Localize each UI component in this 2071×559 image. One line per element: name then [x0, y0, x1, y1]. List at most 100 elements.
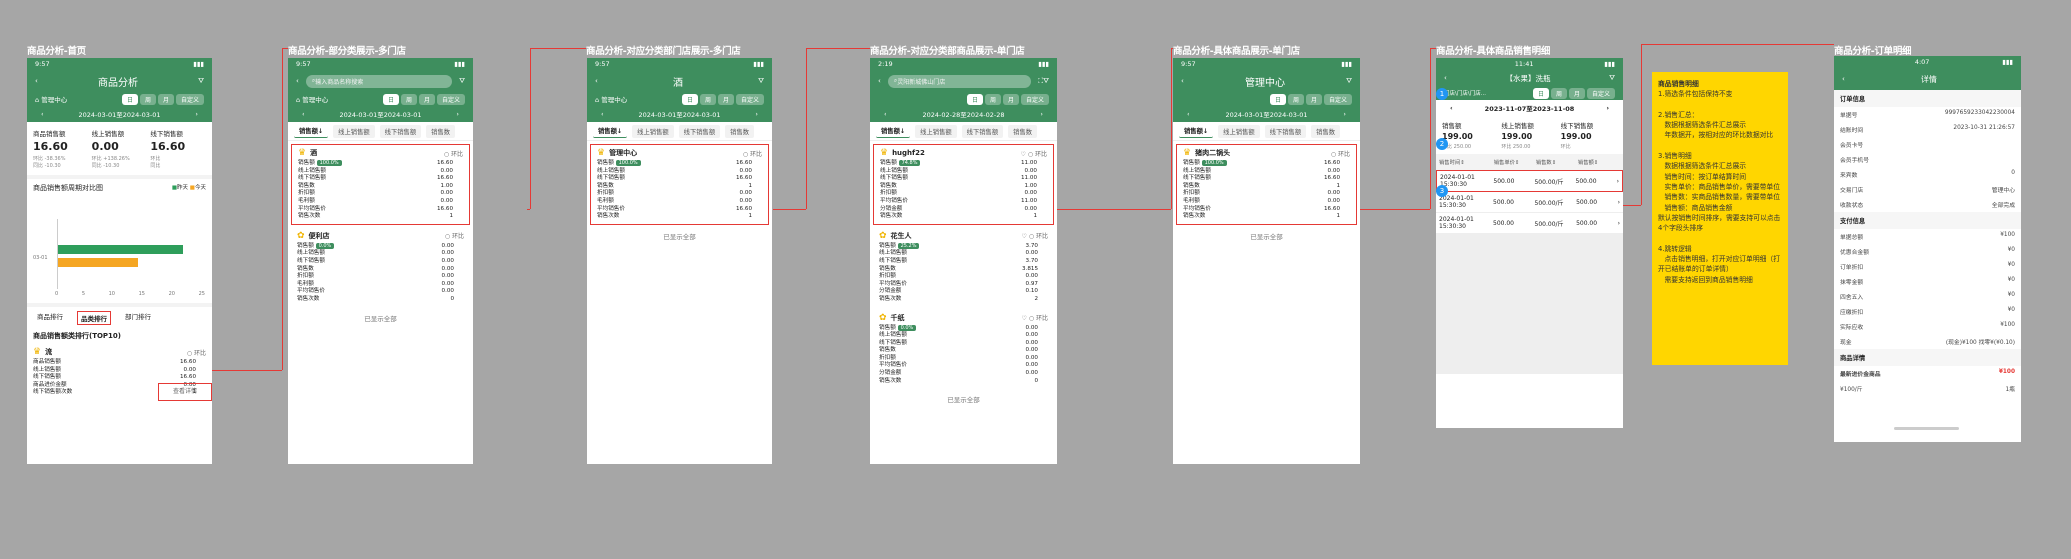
prev-date-icon[interactable]: ‹ [884, 110, 887, 118]
seg-day[interactable]: 日 [121, 93, 138, 105]
compare-toggle[interactable]: ♡ ○ 环比 [1022, 313, 1048, 322]
sort-tab[interactable]: 线上销售额 [632, 124, 674, 138]
table-row[interactable]: 2024-01-01 15:30:30 500.00 500.00/斤 500.00 › [1436, 213, 1623, 234]
seg-week[interactable]: 周 [139, 93, 156, 105]
search-input[interactable]: ⌕ 灵阳新城佛山门店 [887, 74, 1032, 88]
next-date-icon[interactable]: › [1040, 110, 1043, 118]
seg-month[interactable]: 月 [1002, 93, 1019, 105]
sort-tab[interactable]: 销售数 [1311, 124, 1341, 138]
sort-tab[interactable]: 线下销售额 [1264, 124, 1307, 138]
next-date-icon[interactable]: › [195, 110, 198, 118]
prev-date-icon[interactable]: ‹ [41, 110, 44, 118]
heart-icon[interactable]: ♡ [1022, 233, 1027, 240]
back-icon[interactable]: ‹ [1181, 77, 1184, 85]
sort-tab[interactable]: 销售数 [1008, 124, 1038, 138]
seg-custom[interactable]: 自定义 [175, 93, 204, 105]
col-header[interactable]: 销售单价⇕ [1494, 158, 1536, 166]
prev-date-icon[interactable]: ‹ [302, 110, 305, 118]
seg-custom[interactable]: 自定义 [1323, 93, 1352, 105]
summary-card[interactable]: ♛ 管理中心 ○ 环比 销售额 100.0% 16.60 线上销售额 0.00 线下销售额 16… [590, 144, 769, 225]
summary-card[interactable]: ♛ 酒 ○ 环比 销售额 100.0% 16.60 线上销售额 0.00 线下销售额 16.60… [291, 144, 470, 225]
seg-custom[interactable]: 自定义 [436, 93, 465, 105]
seg-day[interactable]: 日 [966, 93, 983, 105]
next-date-icon[interactable]: › [1606, 104, 1609, 112]
back-icon[interactable]: ‹ [35, 77, 38, 85]
prev-date-icon[interactable]: ‹ [1450, 104, 1453, 112]
store-selector[interactable]: ⌂ 管理中心 [35, 94, 67, 104]
search-input[interactable]: ⌕ 输入商品名称搜索 [305, 74, 453, 88]
compare-toggle[interactable]: ○ 环比 [743, 149, 762, 158]
summary-card[interactable]: ♛ 猪肉二锅头 ○ 环比 销售额 100.0% 16.60 线上销售额 0.00 线下销售额 1… [1176, 144, 1357, 225]
back-icon[interactable]: ‹ [1444, 74, 1447, 82]
sort-tab[interactable]: 线上销售额 [1218, 124, 1260, 138]
sort-tab[interactable]: 销售额↓ [593, 124, 628, 138]
store-path[interactable]: 门店\门店\门店... [1444, 89, 1486, 97]
compare-toggle[interactable]: ○ 环比 [444, 149, 463, 158]
next-date-icon[interactable]: › [456, 110, 459, 118]
heart-icon[interactable]: ♡ [1022, 315, 1027, 322]
col-header[interactable]: 销售时间⇕ [1439, 158, 1494, 166]
sort-tab[interactable]: 线下销售额 [379, 124, 422, 138]
seg-custom[interactable]: 自定义 [735, 93, 764, 105]
seg-custom[interactable]: 自定义 [1586, 87, 1615, 99]
filter-icon[interactable]: ⛛ [1346, 77, 1352, 86]
sort-tab[interactable]: 线下销售额 [961, 124, 1004, 138]
seg-day[interactable]: 日 [681, 93, 698, 105]
store-selector[interactable]: ⌂ 管理中心 [595, 94, 627, 104]
sort-tab[interactable]: 销售额↓ [294, 124, 329, 138]
filter-icon[interactable]: ⛛ [459, 77, 465, 86]
sort-tab[interactable]: 销售额↓ [1179, 124, 1214, 138]
compare-toggle[interactable]: ♡ ○ 环比 [1022, 231, 1048, 240]
sort-tab[interactable]: 线上销售额 [333, 124, 375, 138]
seg-month[interactable]: 月 [157, 93, 174, 105]
seg-day[interactable]: 日 [382, 93, 399, 105]
col-header[interactable]: 销售数⇕ [1536, 158, 1578, 166]
table-row[interactable]: 2024-01-01 15:30:30 500.00 500.00/斤 500.00 › [1436, 192, 1623, 213]
compare-toggle[interactable]: ○ 环比 [445, 231, 464, 240]
tab-product-rank[interactable]: 商品排行 [37, 311, 63, 325]
sort-tab[interactable]: 销售数 [426, 124, 456, 138]
seg-month[interactable]: 月 [717, 93, 734, 105]
compare-toggle[interactable]: ♡ ○ 环比 [1021, 149, 1047, 158]
summary-card[interactable]: ✿ 便利店 ○ 环比 销售额 0.0% 0.00 线上销售额 0.00 线下销售额 0.00 销售… [291, 227, 470, 307]
seg-week[interactable]: 周 [984, 93, 1001, 105]
back-icon[interactable]: ‹ [595, 77, 598, 85]
filter-icon[interactable]: ⛛ [758, 77, 764, 86]
back-icon[interactable]: ‹ [296, 77, 299, 85]
seg-week[interactable]: 周 [400, 93, 417, 105]
seg-custom[interactable]: 自定义 [1020, 93, 1049, 105]
next-date-icon[interactable]: › [755, 110, 758, 118]
detail-button[interactable]: 查看详情 [158, 383, 212, 401]
back-icon[interactable]: ‹ [1842, 75, 1845, 83]
filter-icon[interactable]: ⛛ [198, 77, 204, 86]
seg-week[interactable]: 周 [1287, 93, 1304, 105]
summary-card[interactable]: ✿ 千纸 ♡ ○ 环比 销售额 0.0% 0.00 线上销售额 0.00 线下销售额 0.00 销… [873, 309, 1054, 389]
seg-month[interactable]: 月 [1568, 87, 1585, 99]
sort-tab[interactable]: 销售额↓ [876, 124, 911, 138]
filter-icon[interactable]: ⛛ [1609, 74, 1615, 83]
seg-day[interactable]: 日 [1269, 93, 1286, 105]
compare-toggle[interactable]: ○ 环比 [1331, 149, 1350, 158]
back-icon[interactable]: ‹ [878, 77, 881, 85]
sort-tab[interactable]: 线上销售额 [915, 124, 957, 138]
filter-icon[interactable]: ⛛ [1043, 77, 1049, 86]
seg-week[interactable]: 周 [699, 93, 716, 105]
next-date-icon[interactable]: › [1343, 110, 1346, 118]
sort-tab[interactable]: 销售数 [725, 124, 755, 138]
seg-month[interactable]: 月 [1305, 93, 1322, 105]
summary-card[interactable]: ✿ 花生人 ♡ ○ 环比 销售额 25.2% 3.70 线上销售额 0.00 线下销售额 3.7… [873, 227, 1054, 307]
sort-tab[interactable]: 线下销售额 [678, 124, 721, 138]
tab-dept-rank[interactable]: 部门排行 [125, 311, 151, 325]
tab-category-rank[interactable]: 品类排行 [77, 311, 111, 325]
col-header[interactable]: 销售额⇕ [1578, 158, 1620, 166]
heart-icon[interactable]: ♡ [1021, 151, 1026, 158]
summary-card[interactable]: ♛ hughf22 ♡ ○ 环比 销售额 74.8% 11.00 线上销售额 0.00 线下销… [873, 144, 1054, 225]
prev-date-icon[interactable]: ‹ [601, 110, 604, 118]
compare-toggle[interactable]: ○ 环比 [187, 348, 206, 357]
table-row[interactable]: 2024-01-01 15:30:30 500.00 500.00/斤 500.00 › [1436, 170, 1623, 192]
seg-month[interactable]: 月 [418, 93, 435, 105]
seg-day[interactable]: 日 [1532, 87, 1549, 99]
seg-week[interactable]: 周 [1550, 87, 1567, 99]
prev-date-icon[interactable]: ‹ [1187, 110, 1190, 118]
store-selector[interactable]: ⌂ 管理中心 [296, 94, 328, 104]
